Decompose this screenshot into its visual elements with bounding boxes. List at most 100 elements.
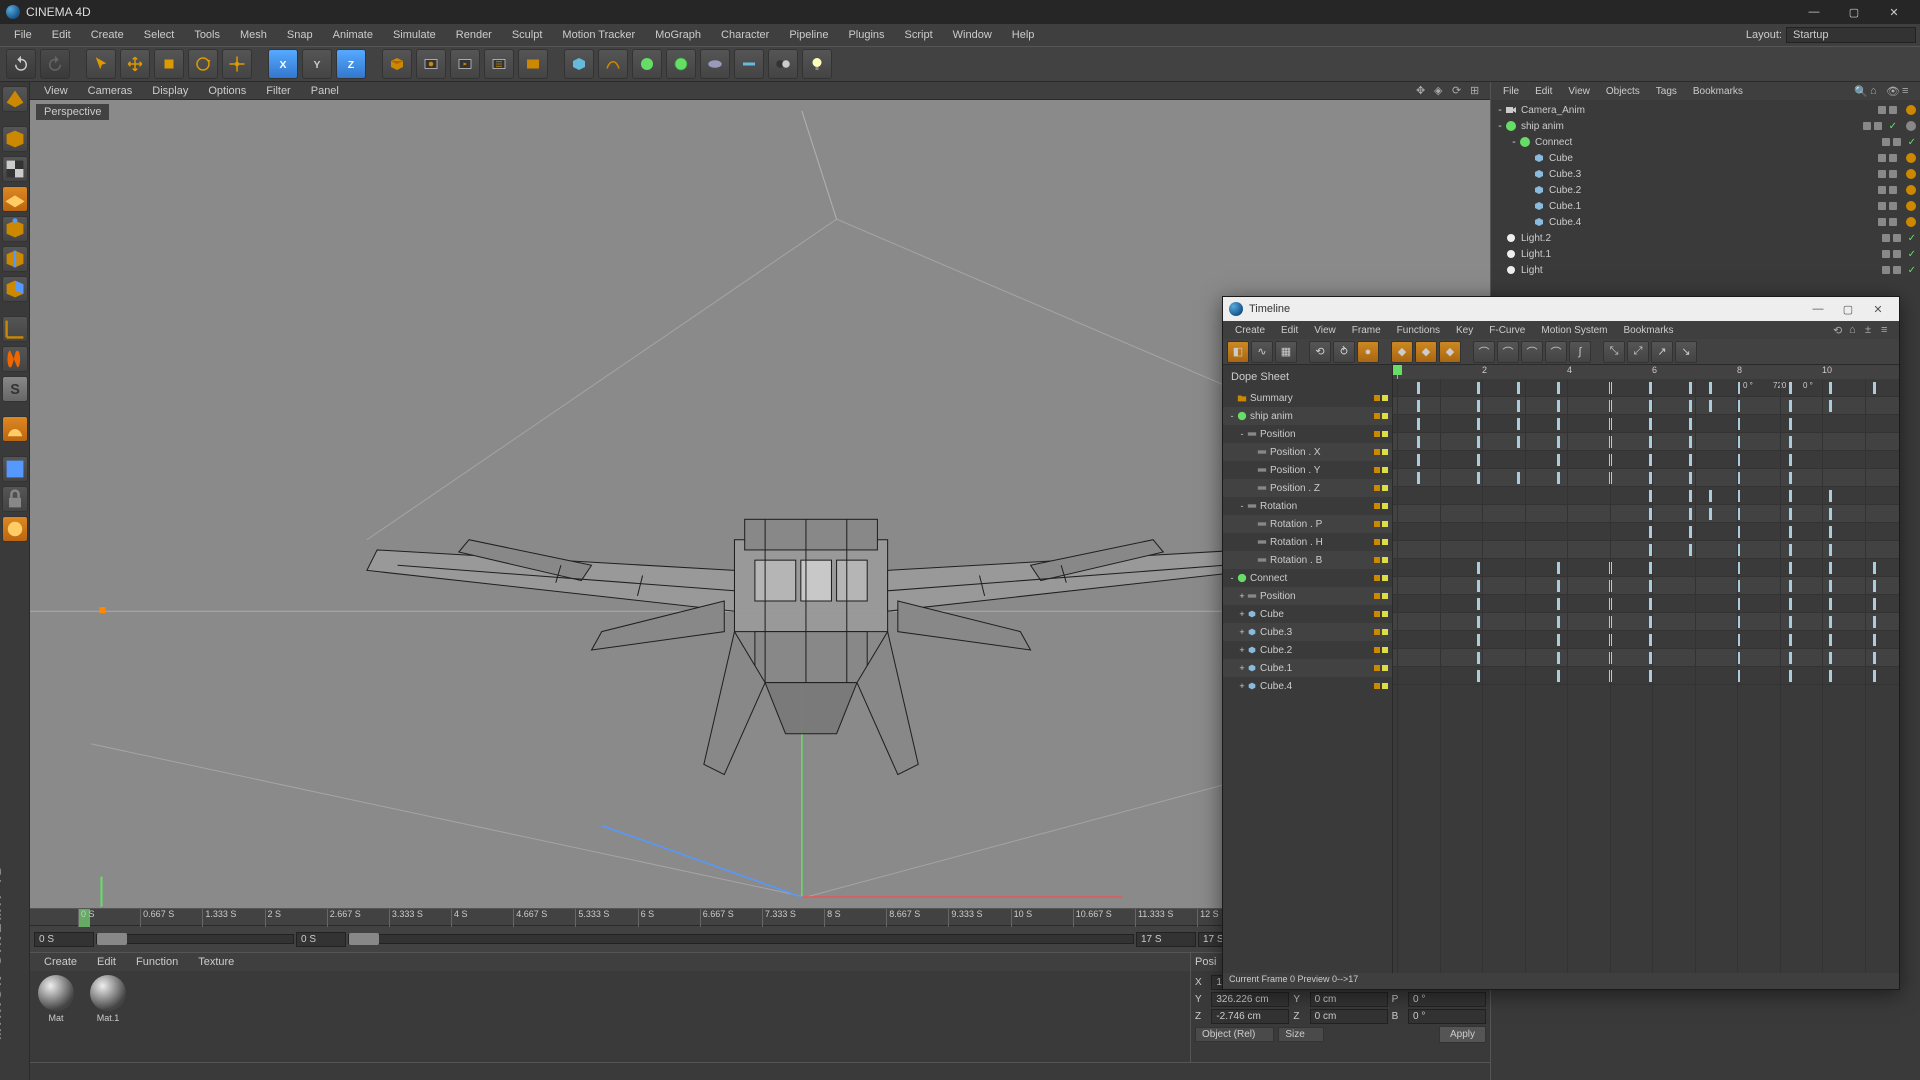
keyframe[interactable] — [1709, 382, 1712, 394]
expand-icon[interactable]: - — [1495, 120, 1505, 132]
track-solo-icon[interactable] — [1382, 557, 1388, 563]
keyframe[interactable] — [1829, 544, 1832, 556]
enable-check-icon[interactable]: ✓ — [1908, 265, 1916, 276]
render-picture-button[interactable] — [518, 49, 548, 79]
keyframe[interactable] — [1517, 418, 1520, 430]
track-solo-icon[interactable] — [1382, 593, 1388, 599]
tl-home-icon[interactable]: ⌂ — [1849, 324, 1861, 336]
keyframe[interactable] — [1517, 382, 1520, 394]
keyframe[interactable] — [1477, 400, 1480, 412]
menu-character[interactable]: Character — [711, 24, 779, 46]
track-solo-icon[interactable] — [1382, 665, 1388, 671]
track-mute-icon[interactable] — [1374, 521, 1380, 527]
deformer-button[interactable] — [632, 49, 662, 79]
material-tag-icon[interactable] — [1906, 153, 1916, 163]
edge-mode-button[interactable] — [2, 246, 28, 272]
vis-render-dot[interactable] — [1889, 154, 1897, 162]
menu-window[interactable]: Window — [943, 24, 1002, 46]
camera-tag-icon[interactable] — [1906, 121, 1916, 131]
keyframe[interactable] — [1873, 670, 1876, 682]
keyframe[interactable] — [1829, 508, 1832, 520]
om-object-camera_anim[interactable]: -Camera_Anim — [1491, 102, 1920, 118]
camera-button[interactable] — [700, 49, 730, 79]
vis-render-dot[interactable] — [1889, 202, 1897, 210]
tl-curve5-button[interactable]: ∫ — [1569, 341, 1591, 363]
keyframe[interactable] — [1789, 616, 1792, 628]
keyframe[interactable] — [1829, 598, 1832, 610]
track-mute-icon[interactable] — [1374, 413, 1380, 419]
material-item[interactable]: Mat — [34, 975, 78, 1058]
range-start2-input[interactable] — [296, 932, 346, 947]
y-axis-button[interactable]: Y — [302, 49, 332, 79]
tl-menu-create[interactable]: Create — [1227, 325, 1273, 336]
keyframe[interactable] — [1557, 670, 1560, 682]
tl-track-connect[interactable]: -Connect — [1223, 569, 1392, 587]
track-mute-icon[interactable] — [1374, 629, 1380, 635]
tl-key-pos-button[interactable]: ◆ — [1391, 341, 1413, 363]
texture-mode-button[interactable] — [2, 156, 28, 182]
vp-nav-icon[interactable]: ✥ — [1416, 84, 1430, 98]
tag-button[interactable] — [768, 49, 798, 79]
expand-icon[interactable]: - — [1495, 104, 1505, 116]
vp-layout-icon[interactable]: ⊞ — [1470, 84, 1484, 98]
expand-icon[interactable]: - — [1237, 501, 1247, 511]
material-tag-icon[interactable] — [1906, 169, 1916, 179]
vis-editor-dot[interactable] — [1882, 266, 1890, 274]
tl-keys-row[interactable] — [1393, 415, 1899, 433]
tl-nav-icon[interactable]: ⟲ — [1833, 324, 1845, 336]
keyframe[interactable] — [1557, 634, 1560, 646]
vis-render-dot[interactable] — [1889, 218, 1897, 226]
keyframe[interactable] — [1789, 418, 1792, 430]
tl-keys-row[interactable] — [1393, 613, 1899, 631]
keyframe[interactable] — [1417, 454, 1420, 466]
keyframe[interactable] — [1689, 418, 1692, 430]
tl-track-summary[interactable]: Summary — [1223, 389, 1392, 407]
keyframe[interactable] — [1829, 634, 1832, 646]
menu-snap[interactable]: Snap — [277, 24, 323, 46]
tl-curve1-button[interactable]: ⌒ — [1473, 341, 1495, 363]
keyframe[interactable] — [1557, 652, 1560, 664]
vis-render-dot[interactable] — [1893, 234, 1901, 242]
keyframe[interactable] — [1557, 418, 1560, 430]
keyframe[interactable] — [1557, 382, 1560, 394]
tl-keys-row[interactable] — [1393, 631, 1899, 649]
mat-menu-texture[interactable]: Texture — [188, 956, 244, 968]
menu-plugins[interactable]: Plugins — [838, 24, 894, 46]
size-z-input[interactable] — [1310, 1009, 1388, 1024]
tl-track-cube-4[interactable]: +Cube.4 — [1223, 677, 1392, 695]
om-object-cube[interactable]: Cube — [1491, 150, 1920, 166]
keyframe[interactable] — [1689, 472, 1692, 484]
attr-tab[interactable]: Posi — [1195, 956, 1216, 968]
expand-icon[interactable]: - — [1227, 573, 1237, 583]
vis-editor-dot[interactable] — [1878, 186, 1886, 194]
menu-select[interactable]: Select — [134, 24, 185, 46]
tl-tangent4-button[interactable]: ↘ — [1675, 341, 1697, 363]
keyframe[interactable] — [1873, 562, 1876, 574]
om-object-connect[interactable]: -Connect✓ — [1491, 134, 1920, 150]
tl-track-position[interactable]: -Position — [1223, 425, 1392, 443]
track-mute-icon[interactable] — [1374, 485, 1380, 491]
layout-dropdown[interactable]: Startup — [1786, 27, 1916, 43]
vis-editor-dot[interactable] — [1878, 202, 1886, 210]
menu-motion-tracker[interactable]: Motion Tracker — [552, 24, 645, 46]
vis-editor-dot[interactable] — [1882, 138, 1890, 146]
uv-button[interactable] — [2, 346, 28, 372]
vis-render-dot[interactable] — [1889, 170, 1897, 178]
expand-icon[interactable]: - — [1237, 429, 1247, 439]
om-menu-icon[interactable]: ≡ — [1902, 85, 1914, 97]
tl-track-cube[interactable]: +Cube — [1223, 605, 1392, 623]
keyframe[interactable] — [1477, 652, 1480, 664]
material-tag-icon[interactable] — [1906, 105, 1916, 115]
timeline-close-button[interactable]: ✕ — [1863, 303, 1893, 316]
keyframe[interactable] — [1829, 562, 1832, 574]
tl-dopesheet-button[interactable]: ◧ — [1227, 341, 1249, 363]
timeline-titlebar[interactable]: Timeline — ▢ ✕ — [1223, 297, 1899, 321]
track-solo-icon[interactable] — [1382, 395, 1388, 401]
tl-keys-row[interactable] — [1393, 433, 1899, 451]
keyframe[interactable] — [1789, 490, 1792, 502]
tl-menu-frame[interactable]: Frame — [1344, 325, 1389, 336]
menu-animate[interactable]: Animate — [323, 24, 383, 46]
keyframe[interactable] — [1829, 490, 1832, 502]
tl-keys-row[interactable] — [1393, 397, 1899, 415]
menu-render[interactable]: Render — [446, 24, 502, 46]
